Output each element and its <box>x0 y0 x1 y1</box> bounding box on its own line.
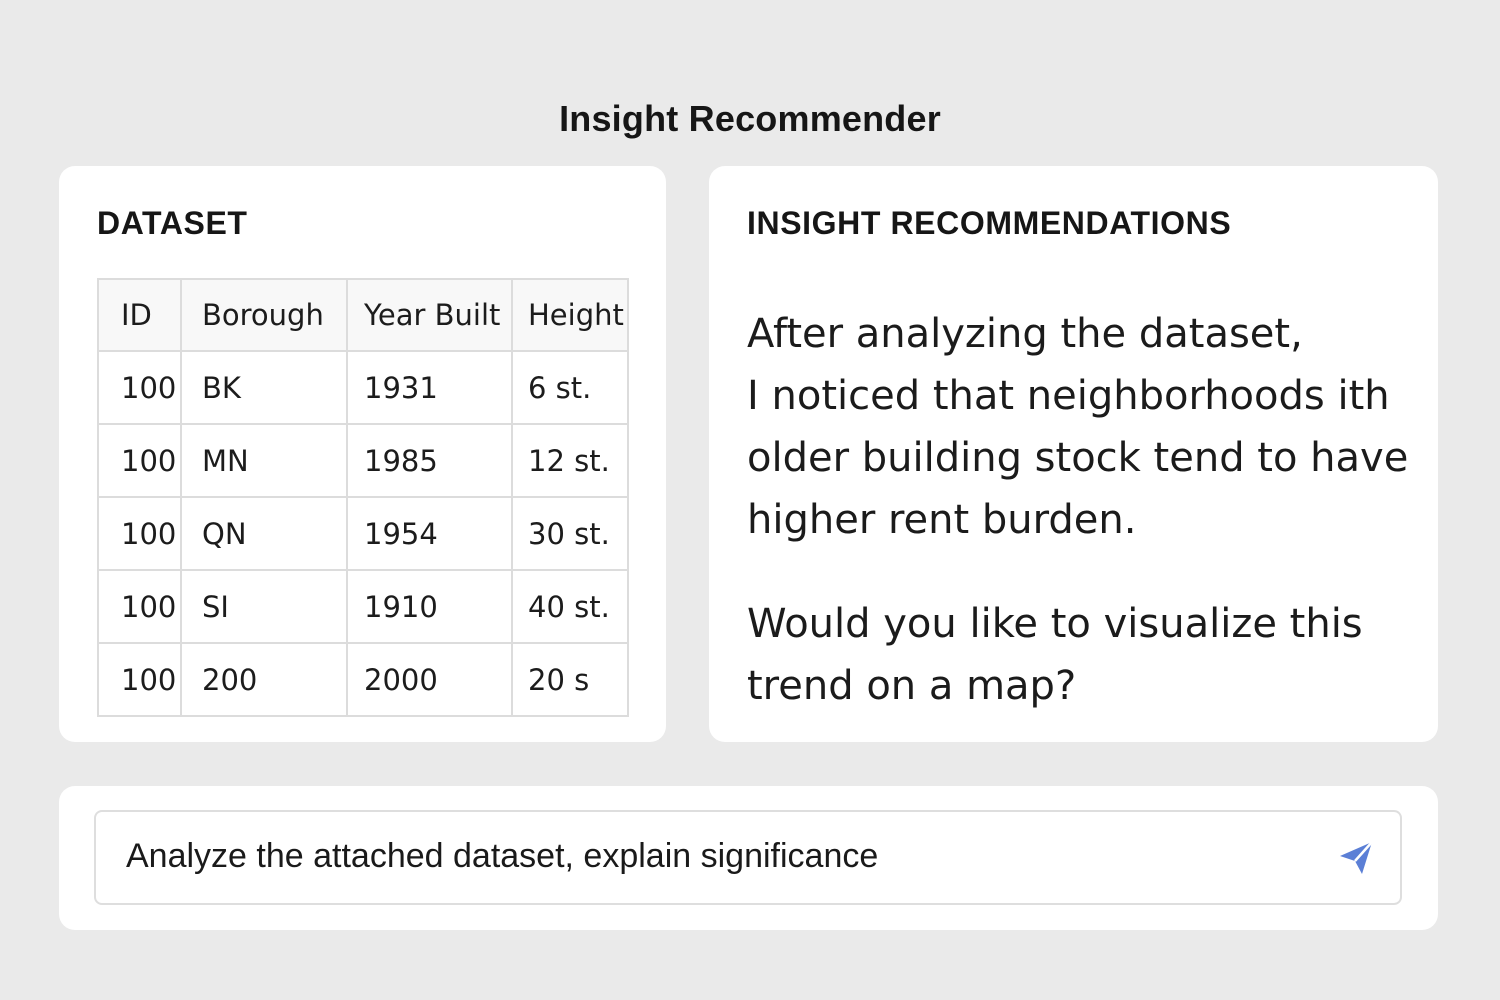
column-header-year-built: Year Built <box>346 278 513 352</box>
paper-plane-icon <box>1340 841 1373 874</box>
table-cell-id: 100 <box>97 642 182 717</box>
table-row: 100 MN 1985 12 st. <box>97 423 629 498</box>
table-cell-borough: BK <box>180 350 348 425</box>
send-button[interactable] <box>1334 836 1378 880</box>
table-cell-height: 12 st. <box>511 423 629 498</box>
table-cell-id: 100 <box>97 569 182 644</box>
chat-input-value[interactable]: Analyze the attached dataset, explain si… <box>126 837 878 876</box>
table-cell-height: 20 s <box>511 642 629 717</box>
insight-heading: INSIGHT RECOMMENDATIONS <box>747 205 1232 241</box>
insight-message: After analyzing the dataset, I noticed t… <box>747 303 1417 717</box>
insight-question: Would you like to visualize this trend o… <box>747 593 1417 717</box>
table-cell-borough: 200 <box>180 642 348 717</box>
table-cell-id: 100 <box>97 496 182 571</box>
table-cell-year-built: 1910 <box>346 569 513 644</box>
table-cell-borough: SI <box>180 569 348 644</box>
table-row: 100 SI 1910 40 st. <box>97 569 629 644</box>
table-row: 100 BK 1931 6 st. <box>97 350 629 425</box>
insight-line: trend on a map? <box>747 663 1077 709</box>
table-cell-year-built: 2000 <box>346 642 513 717</box>
table-cell-id: 100 <box>97 423 182 498</box>
column-header-id: ID <box>97 278 182 352</box>
insight-line: Would you like to visualize this <box>747 601 1363 647</box>
table-cell-year-built: 1954 <box>346 496 513 571</box>
insight-line: higher rent burden. <box>747 497 1137 543</box>
table-cell-year-built: 1985 <box>346 423 513 498</box>
table-cell-height: 30 st. <box>511 496 629 571</box>
insight-line: I noticed that neighborhoods ith <box>747 373 1390 419</box>
table-cell-id: 100 <box>97 350 182 425</box>
insight-paragraph: After analyzing the dataset, I noticed t… <box>747 303 1417 551</box>
table-cell-borough: MN <box>180 423 348 498</box>
insight-line: After analyzing the dataset, <box>747 311 1303 357</box>
chat-input[interactable]: Analyze the attached dataset, explain si… <box>94 810 1402 905</box>
insight-line: older building stock tend to have <box>747 435 1409 481</box>
table-cell-height: 6 st. <box>511 350 629 425</box>
table-header-row: ID Borough Year Built Height <box>97 278 629 352</box>
app-title: Insight Recommender <box>559 98 941 139</box>
table-row: 100 200 2000 20 s <box>97 642 629 717</box>
table-cell-year-built: 1931 <box>346 350 513 425</box>
dataset-table: ID Borough Year Built Height 100 BK 1931… <box>97 278 629 717</box>
column-header-height: Height <box>511 278 629 352</box>
column-header-borough: Borough <box>180 278 348 352</box>
table-cell-borough: QN <box>180 496 348 571</box>
table-row: 100 QN 1954 30 st. <box>97 496 629 571</box>
table-cell-height: 40 st. <box>511 569 629 644</box>
dataset-heading: DATASET <box>97 205 248 241</box>
